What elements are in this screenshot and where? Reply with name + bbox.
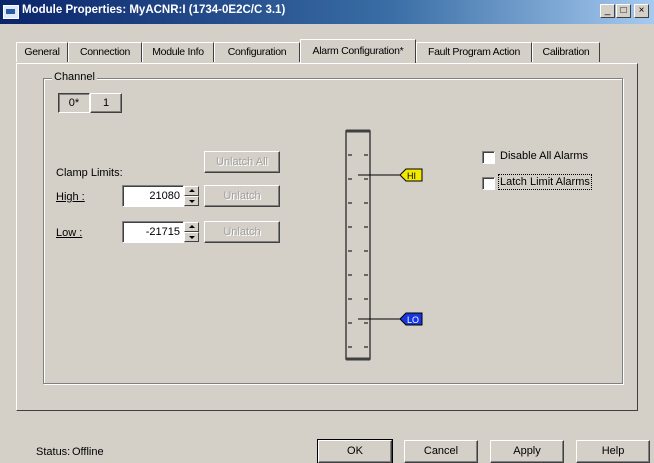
latch-limit-alarms-checkbox[interactable] — [482, 177, 495, 190]
unlatch-low-button[interactable]: Unlatch — [204, 221, 280, 243]
unlatch-all-button[interactable]: Unlatch All — [204, 151, 280, 173]
tab-strip: General Connection Module Info Configura… — [16, 39, 654, 64]
help-button[interactable]: Help — [576, 440, 650, 463]
tab-alarm-configuration[interactable]: Alarm Configuration* — [300, 39, 416, 63]
low-marker-label: LO — [407, 315, 419, 325]
ok-button[interactable]: OK — [317, 439, 393, 463]
cancel-button[interactable]: Cancel — [404, 440, 478, 463]
low-clamp-input[interactable]: -21715 — [122, 221, 184, 243]
gauge-bar — [345, 130, 371, 360]
clamp-limits-label: Clamp Limits: — [56, 167, 123, 179]
channel-group: Channel 0* 1 Clamp Limits: Unlatch All H… — [43, 71, 623, 384]
apply-button[interactable]: Apply — [490, 440, 564, 463]
high-clamp-input[interactable]: 21080 — [122, 185, 184, 207]
tab-fault-program-action[interactable]: Fault Program Action — [416, 42, 532, 62]
status-label: Status: — [36, 446, 71, 458]
latch-limit-alarms-label[interactable]: Latch Limit Alarms — [498, 174, 592, 190]
high-marker-label: HI — [407, 171, 416, 181]
close-button[interactable]: × — [634, 4, 649, 18]
title-bar[interactable]: Module Properties: MyACNR:I (1734-0E2C/C… — [0, 0, 654, 24]
high-clamp-spin-down[interactable] — [184, 196, 199, 206]
maximize-button[interactable]: □ — [616, 4, 631, 18]
unlatch-high-button[interactable]: Unlatch — [204, 185, 280, 207]
disable-all-alarms-label[interactable]: Disable All Alarms — [500, 150, 588, 162]
window-title: Module Properties: MyACNR:I (1734-0E2C/C… — [22, 4, 286, 16]
alarm-configuration-page: Channel 0* 1 Clamp Limits: Unlatch All H… — [16, 63, 638, 411]
high-clamp-spin-up[interactable] — [184, 186, 199, 196]
module-icon — [3, 5, 19, 19]
module-properties-dialog: Module Properties: MyACNR:I (1734-0E2C/C… — [0, 0, 654, 463]
channel-0-button[interactable]: 0* — [58, 93, 90, 113]
alarm-limit-gauge: HI LO — [345, 129, 423, 361]
tab-configuration[interactable]: Configuration — [214, 42, 300, 62]
high-label: High : — [56, 191, 85, 203]
channel-group-label: Channel — [52, 71, 97, 83]
low-clamp-spin-down[interactable] — [184, 232, 199, 242]
disable-all-alarms-checkbox[interactable] — [482, 151, 495, 164]
tab-general[interactable]: General — [16, 42, 68, 62]
low-label: Low : — [56, 227, 83, 239]
minimize-button[interactable]: _ — [600, 4, 615, 18]
tab-module-info[interactable]: Module Info — [142, 42, 214, 62]
tab-connection[interactable]: Connection — [68, 42, 142, 62]
channel-1-button[interactable]: 1 — [90, 93, 122, 113]
status-value: Offline — [72, 446, 104, 458]
tab-calibration[interactable]: Calibration — [532, 42, 600, 62]
low-clamp-spin-up[interactable] — [184, 222, 199, 232]
